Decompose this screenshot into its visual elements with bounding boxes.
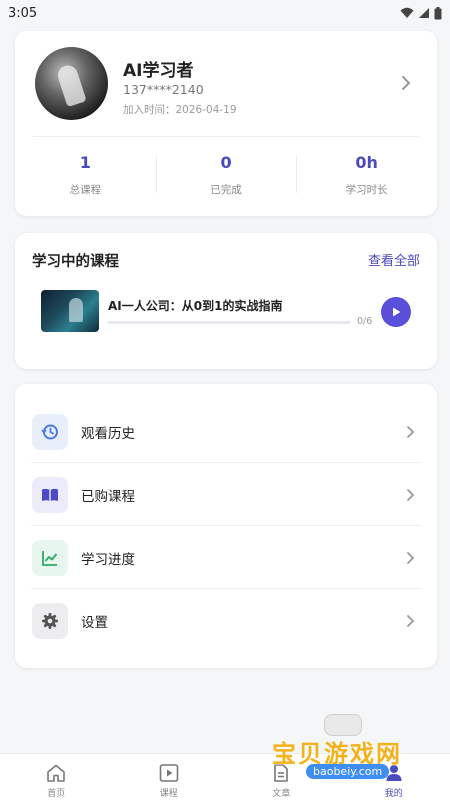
user-phone: 137****2140	[123, 82, 204, 97]
stat-label: 总课程	[69, 184, 102, 196]
menu-label: 观看历史	[81, 425, 135, 442]
menu-item-progress[interactable]: 学习进度	[15, 526, 437, 589]
play-square-icon	[159, 764, 179, 782]
chevron-right-icon	[407, 425, 415, 438]
status-bar: 3:05	[0, 0, 450, 26]
divider	[33, 136, 419, 137]
history-icon	[41, 424, 58, 439]
play-button[interactable]	[381, 297, 411, 327]
stat-label: 已完成	[210, 184, 242, 196]
menu-icon-bg	[32, 413, 68, 450]
stat-value: 0	[220, 153, 232, 172]
signal-icon	[419, 8, 429, 18]
menu-label: 设置	[81, 614, 108, 631]
chevron-right-icon[interactable]	[399, 73, 413, 93]
stat-completed[interactable]: 0 已完成	[155, 153, 297, 203]
stat-value: 0h	[355, 153, 378, 172]
wifi-icon	[400, 7, 414, 18]
gear-icon	[42, 612, 58, 629]
menu-icon-bg	[32, 602, 68, 639]
profile-card[interactable]: AI学习者 137****2140 加入时间：2026-04-19 1 总课程 …	[15, 31, 437, 216]
gamepad-logo	[324, 714, 362, 736]
view-all-link[interactable]: 查看全部	[368, 250, 420, 269]
learning-courses-card: 学习中的课程 查看全部 AI一人公司：从0到1的实战指南 0/6	[15, 233, 437, 369]
stat-total-courses[interactable]: 1 总课程	[15, 153, 156, 203]
menu-icon-bg	[32, 476, 68, 513]
course-title[interactable]: AI一人公司：从0到1的实战指南	[108, 297, 282, 314]
chevron-right-icon	[407, 551, 415, 564]
tab-label: 我的	[384, 789, 403, 799]
tab-home[interactable]: 首页	[0, 754, 113, 800]
status-icons	[400, 6, 442, 20]
stats-row: 1 总课程 0 已完成 0h 学习时长	[15, 153, 437, 203]
join-date: 加入时间：2026-04-19	[123, 104, 237, 116]
course-thumbnail[interactable]	[41, 290, 99, 332]
status-time: 3:05	[8, 5, 38, 21]
course-progress-text: 0/6	[357, 316, 373, 327]
menu-item-history[interactable]: 观看历史	[15, 400, 437, 463]
trend-chart-icon	[42, 550, 58, 566]
book-icon	[42, 488, 58, 501]
watermark-url: baobeiy.com	[306, 764, 390, 779]
avatar[interactable]	[35, 47, 108, 120]
menu-card: 观看历史 已购课程 学习进度 设置	[15, 384, 437, 668]
course-progress-bar	[108, 321, 351, 324]
battery-icon	[434, 6, 442, 19]
section-title: 学习中的课程	[32, 254, 119, 270]
stat-study-time[interactable]: 0h 学习时长	[296, 153, 437, 203]
tab-label: 首页	[47, 789, 66, 799]
menu-label: 已购课程	[81, 488, 135, 505]
tab-label: 课程	[159, 789, 178, 799]
chevron-right-icon	[407, 614, 415, 627]
tab-courses[interactable]: 课程	[113, 754, 226, 800]
menu-label: 学习进度	[81, 551, 135, 568]
play-icon	[393, 307, 401, 317]
menu-item-purchased[interactable]: 已购课程	[15, 463, 437, 526]
watermark: 宝贝游戏网 baobeiy.com	[272, 712, 422, 784]
menu-item-settings[interactable]: 设置	[15, 589, 437, 652]
user-name: AI学习者	[123, 61, 194, 81]
menu-icon-bg	[32, 539, 68, 576]
stat-label: 学习时长	[345, 184, 388, 196]
tab-label: 文章	[272, 789, 291, 799]
home-icon	[47, 764, 66, 782]
stat-value: 1	[79, 153, 91, 172]
chevron-right-icon	[407, 488, 415, 501]
